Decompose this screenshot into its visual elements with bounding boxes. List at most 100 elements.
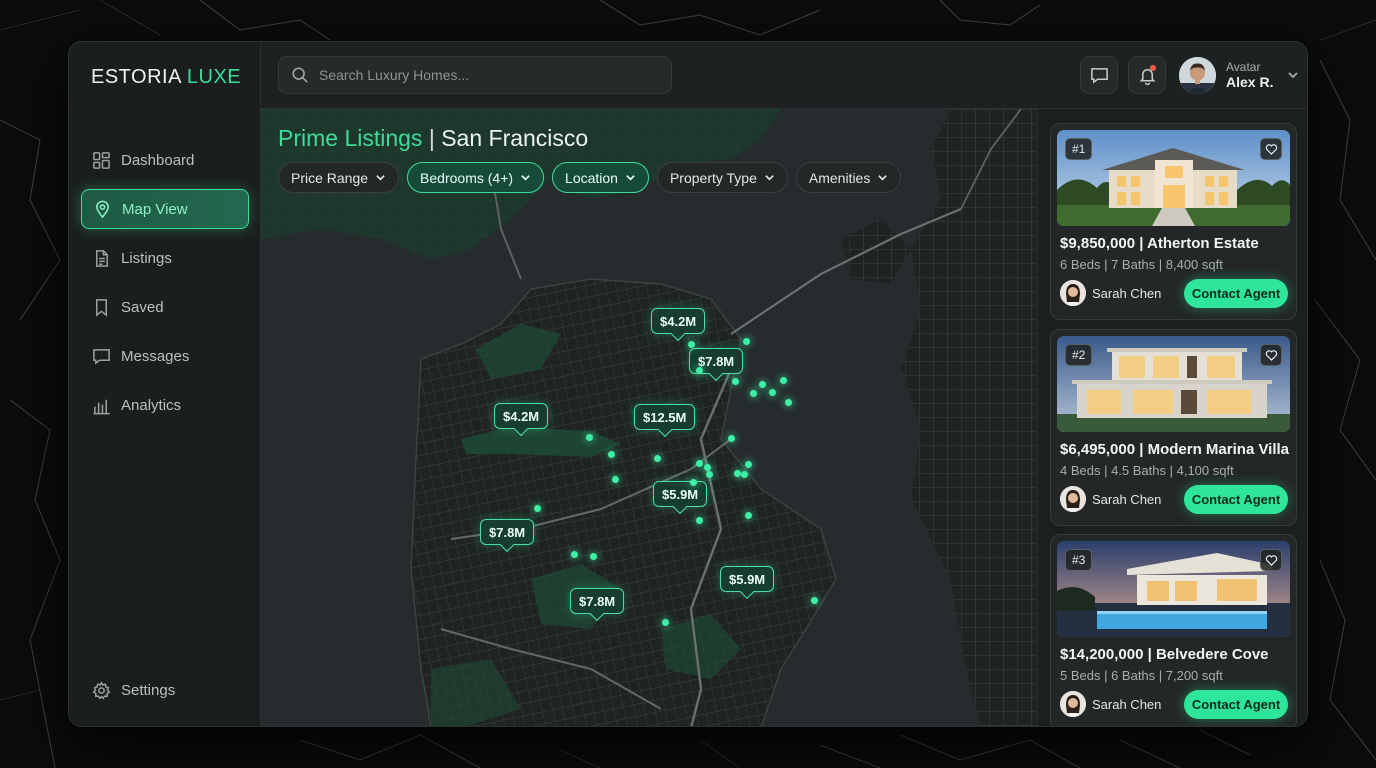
agent-info: Sarah Chen xyxy=(1060,486,1161,512)
logo-main-text: ESTORIA xyxy=(91,66,181,88)
listing-dot[interactable] xyxy=(769,389,776,396)
sidebar-item-label: Dashboard xyxy=(121,151,195,169)
agent-info: Sarah Chen xyxy=(1060,280,1161,306)
listing-dot[interactable] xyxy=(706,471,713,478)
sidebar-item-label: Settings xyxy=(121,681,176,699)
listing-card[interactable]: #2 $6,495,000 | Modern Marina Villa 4 Be… xyxy=(1050,329,1297,526)
page-title: Prime Listings | San Francisco xyxy=(278,125,588,152)
listing-dot[interactable] xyxy=(743,338,750,345)
favorite-button[interactable] xyxy=(1260,344,1282,366)
listing-card[interactable]: #3 $14,200,000 | Belvedere Cove 5 Beds |… xyxy=(1050,534,1297,726)
filter-amenities[interactable]: Amenities xyxy=(795,162,902,193)
chevron-down-icon xyxy=(626,175,635,181)
search-input[interactable] xyxy=(319,67,639,83)
grid-icon xyxy=(93,151,110,169)
user-role: Avatar xyxy=(1226,60,1261,74)
listing-dot[interactable] xyxy=(785,399,792,406)
listing-dot[interactable] xyxy=(688,341,695,348)
listing-dot[interactable] xyxy=(745,512,752,519)
listings-panel: #1 $9,850,000 | Atherton Estate 6 Beds |… xyxy=(1037,109,1307,726)
listing-dot[interactable] xyxy=(728,435,735,442)
sidebar-item-dashboard[interactable]: Dashboard xyxy=(81,140,249,180)
notifications-button[interactable] xyxy=(1128,56,1166,94)
notification-badge xyxy=(1150,65,1156,71)
contact-agent-button[interactable]: Contact Agent xyxy=(1184,485,1288,514)
contact-agent-button[interactable]: Contact Agent xyxy=(1184,690,1288,719)
agent-name: Sarah Chen xyxy=(1092,285,1162,301)
listing-dot[interactable] xyxy=(662,619,669,626)
listing-dot[interactable] xyxy=(750,390,757,397)
title-city: San Francisco xyxy=(441,125,589,151)
contact-agent-button[interactable]: Contact Agent xyxy=(1184,279,1288,308)
bookmark-icon xyxy=(95,298,108,317)
chevron-down-icon xyxy=(521,175,530,181)
sidebar-item-saved[interactable]: Saved xyxy=(81,287,249,327)
listing-dot[interactable] xyxy=(734,470,741,477)
sidebar-settings: Settings xyxy=(81,670,249,719)
listing-dot[interactable] xyxy=(696,367,703,374)
listing-dot[interactable] xyxy=(811,597,818,604)
agent-avatar xyxy=(1060,486,1086,512)
chevron-down-icon xyxy=(765,175,774,181)
listing-dot[interactable] xyxy=(534,505,541,512)
filter-price-range[interactable]: Price Range xyxy=(278,162,400,193)
rank-badge: #2 xyxy=(1065,344,1093,366)
favorite-button[interactable] xyxy=(1260,549,1282,571)
filter-label: Property Type xyxy=(669,169,757,186)
price-pin[interactable]: $5.9M xyxy=(653,481,708,507)
listing-dot[interactable] xyxy=(696,517,703,524)
listing-dot[interactable] xyxy=(654,455,661,462)
heart-icon xyxy=(1265,143,1277,155)
listing-title: $6,495,000 | Modern Marina Villa xyxy=(1060,441,1290,458)
price-pin[interactable]: $4.2M xyxy=(494,403,549,429)
sidebar-item-messages[interactable]: Messages xyxy=(81,336,249,376)
search-bar[interactable] xyxy=(278,56,672,94)
filter-bedrooms[interactable]: Bedrooms (4+) xyxy=(407,162,545,193)
sidebar-item-label: Messages xyxy=(121,347,190,365)
sidebar-item-listings[interactable]: Listings xyxy=(81,238,249,278)
listing-dot[interactable] xyxy=(759,381,766,388)
user-menu[interactable]: Avatar Alex R. xyxy=(1179,56,1299,94)
filter-label: Price Range xyxy=(291,169,369,186)
listing-dot[interactable] xyxy=(612,476,619,483)
filter-property-type[interactable]: Property Type xyxy=(656,162,788,193)
listing-title: $14,200,000 | Belvedere Cove xyxy=(1060,646,1269,663)
price-pin[interactable]: $5.9M xyxy=(720,566,775,592)
price-pin[interactable]: $4.2M xyxy=(651,308,706,334)
price-pin[interactable]: $7.8M xyxy=(570,588,625,614)
listing-card[interactable]: #1 $9,850,000 | Atherton Estate 6 Beds |… xyxy=(1050,123,1297,320)
chevron-down-icon xyxy=(878,175,888,181)
listing-dot[interactable] xyxy=(780,377,787,384)
filter-location[interactable]: Location xyxy=(552,162,649,193)
listing-dot[interactable] xyxy=(608,451,615,458)
agent-info: Sarah Chen xyxy=(1060,691,1161,717)
favorite-button[interactable] xyxy=(1260,138,1282,160)
listing-dot[interactable] xyxy=(696,460,703,467)
chat-icon xyxy=(1090,67,1108,84)
bar-chart-icon xyxy=(93,399,110,414)
listing-dot[interactable] xyxy=(704,464,711,471)
listing-dot[interactable] xyxy=(690,479,697,486)
listing-photo: #2 xyxy=(1057,336,1290,432)
listing-dot[interactable] xyxy=(745,461,752,468)
sidebar-item-map-view[interactable]: Map View xyxy=(81,189,249,229)
listing-dot[interactable] xyxy=(741,471,748,478)
app-logo[interactable]: ESTORIA LUXE xyxy=(91,66,241,89)
map-pin-icon xyxy=(96,200,109,218)
sidebar-item-analytics[interactable]: Analytics xyxy=(81,385,249,425)
sidebar-item-settings[interactable]: Settings xyxy=(81,670,249,710)
messages-button[interactable] xyxy=(1080,56,1118,94)
top-header: Avatar Alex R. xyxy=(261,42,1307,109)
price-pin[interactable]: $7.8M xyxy=(480,519,535,545)
listing-dot[interactable] xyxy=(590,553,597,560)
sidebar-item-label: Saved xyxy=(121,298,164,316)
app-window: ESTORIA LUXE Dashboard Map View Listings… xyxy=(68,41,1308,727)
listing-dot[interactable] xyxy=(586,434,593,441)
map-view[interactable]: Prime Listings | San Francisco Price Ran… xyxy=(261,109,1037,726)
heart-icon xyxy=(1265,349,1277,361)
listing-dot[interactable] xyxy=(732,378,739,385)
price-pin[interactable]: $12.5M xyxy=(634,404,696,430)
listing-dot[interactable] xyxy=(571,551,578,558)
chevron-down-icon[interactable] xyxy=(1287,69,1299,81)
listing-photo: #3 xyxy=(1057,541,1290,637)
